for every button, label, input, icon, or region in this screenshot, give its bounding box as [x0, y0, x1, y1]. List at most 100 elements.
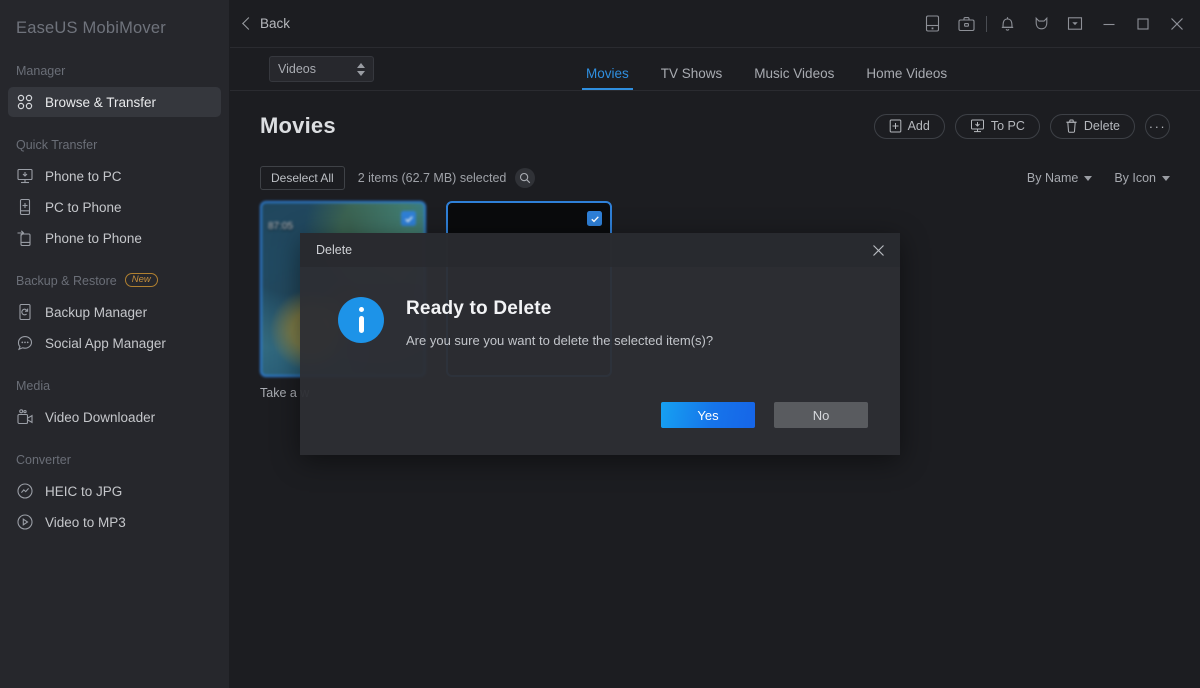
app-brand-title: EaseUS MobiMover: [16, 19, 166, 37]
sidebar-item-heic-to-jpg[interactable]: HEIC to JPG: [8, 476, 221, 506]
tab-label: Movies: [586, 65, 629, 81]
delete-button[interactable]: Delete: [1049, 113, 1135, 139]
sort-by-icon[interactable]: By Icon: [1114, 171, 1170, 185]
sidebar-group-label: Converter: [16, 453, 71, 467]
add-label: Add: [907, 119, 930, 133]
sidebar-item-phone-to-phone[interactable]: Phone to Phone: [8, 223, 221, 253]
sidebar-nav: Manager Browse & Transfer Quick Transfer Ph…: [0, 56, 229, 537]
deselect-all-button[interactable]: Deselect All: [260, 166, 345, 190]
media-duration: 87:05: [268, 221, 294, 232]
more-dots-icon: ···: [1148, 118, 1167, 134]
tab-label: Music Videos: [754, 65, 835, 81]
more-options-button[interactable]: ···: [1145, 113, 1170, 139]
toolbox-icon[interactable]: [949, 7, 983, 41]
sidebar-group-title: Manager: [0, 56, 229, 86]
category-select-value: Videos: [278, 62, 316, 76]
tab-music-videos[interactable]: Music Videos: [738, 65, 850, 91]
sidebar-item-backup-manager[interactable]: Backup Manager: [8, 297, 221, 327]
tab-tv-shows[interactable]: TV Shows: [645, 65, 739, 91]
dialog-heading: Ready to Delete: [406, 298, 552, 319]
dialog-text: Ready to Delete Are you sure you want to…: [406, 297, 713, 348]
sidebar-item-label: Phone to PC: [45, 168, 122, 184]
sidebar-item-label: Backup Manager: [45, 304, 148, 320]
video-camera-icon: [16, 408, 34, 426]
sidebar-group-title: Quick Transfer: [0, 130, 229, 160]
back-label: Back: [260, 16, 291, 31]
search-icon[interactable]: [515, 168, 536, 188]
dropdown-icon[interactable]: [1058, 7, 1092, 41]
to-pc-label: To PC: [990, 119, 1025, 133]
delete-label: Delete: [1083, 119, 1120, 133]
dialog-message: Are you sure you want to delete the sele…: [406, 333, 714, 348]
sort-controls: By Name By Icon: [1027, 171, 1170, 185]
sidebar-item-browse-transfer[interactable]: Browse & Transfer: [8, 87, 221, 117]
tab-label: TV Shows: [660, 65, 723, 81]
dialog-title: Delete: [316, 243, 353, 257]
pc-to-phone-icon: [16, 198, 34, 216]
sidebar-item-label: Video Downloader: [45, 409, 156, 425]
header-actions: Add To PC Delete ···: [873, 113, 1170, 139]
phone-to-pc-icon: [16, 167, 34, 185]
sort-by-icon-label: By Icon: [1114, 171, 1156, 185]
media-checkbox[interactable]: [401, 211, 416, 226]
new-badge: New: [124, 272, 158, 288]
info-icon: [338, 297, 384, 343]
dialog-actions: Yes No: [661, 402, 868, 428]
minimize-icon[interactable]: [1092, 7, 1126, 41]
sidebar-group-label: Manager: [16, 64, 66, 78]
selection-status: 2 items (62.7 MB) selected: [357, 171, 507, 185]
tab-movies[interactable]: Movies: [570, 65, 645, 91]
window-titlebar: Back: [230, 0, 1200, 48]
confirm-yes-button[interactable]: Yes: [661, 402, 755, 428]
separator: [986, 15, 987, 32]
device-icon[interactable]: [915, 7, 949, 41]
sidebar-item-label: PC to Phone: [45, 199, 122, 215]
delete-confirmation-dialog: Delete Ready to Delete Are you sure you …: [300, 233, 900, 455]
sidebar-item-label: Social App Manager: [45, 335, 166, 351]
grid-icon: [16, 93, 34, 111]
content-header: Movies Add To PC Delete ···: [260, 91, 1170, 161]
sidebar-item-label: Browse & Transfer: [45, 94, 157, 110]
application-window: EaseUS MobiMover Manager Browse & Transfe…: [0, 0, 1200, 688]
page-title: Movies: [260, 113, 336, 138]
cancel-no-button[interactable]: No: [774, 402, 868, 428]
media-checkbox[interactable]: [587, 211, 602, 226]
sidebar-item-social-app-manager[interactable]: Social App Manager: [8, 328, 221, 358]
chevron-left-icon: [242, 17, 255, 30]
sidebar: EaseUS MobiMover Manager Browse & Transfe…: [0, 0, 230, 688]
sidebar-group-title: Media: [0, 371, 229, 401]
sidebar-item-pc-to-phone[interactable]: PC to Phone: [8, 192, 221, 222]
add-button[interactable]: Add: [873, 113, 945, 139]
stepper-icon: [357, 62, 365, 76]
sort-by-name-label: By Name: [1026, 171, 1079, 185]
chevron-down-icon: [1084, 175, 1093, 181]
category-select[interactable]: Videos: [269, 56, 374, 82]
close-icon[interactable]: [1160, 7, 1194, 41]
dialog-titlebar: Delete: [300, 233, 900, 267]
maximize-icon[interactable]: [1126, 7, 1160, 41]
gift-icon[interactable]: [1024, 7, 1058, 41]
heic-convert-icon: [16, 482, 34, 500]
back-button[interactable]: Back: [242, 16, 291, 31]
sidebar-group-title: Backup & Restore New: [0, 266, 229, 296]
tab-list: Movies TV Shows Music Videos Home Videos: [570, 47, 963, 90]
sidebar-group-label: Media: [16, 379, 51, 393]
chevron-down-icon: [1162, 175, 1170, 181]
sidebar-item-label: Video to MP3: [45, 514, 126, 530]
sidebar-item-phone-to-pc[interactable]: Phone to PC: [8, 161, 221, 191]
sidebar-item-video-downloader[interactable]: Video Downloader: [8, 402, 221, 432]
sidebar-group-label: Quick Transfer: [16, 138, 98, 152]
toolbar-tabs-row: Videos Movies TV Shows Music Videos Home Vi…: [230, 48, 1200, 91]
close-icon[interactable]: [856, 233, 900, 267]
sidebar-group-label: Backup & Restore: [16, 274, 117, 288]
sidebar-group-title: Converter: [0, 445, 229, 475]
tab-home-videos[interactable]: Home Videos: [850, 66, 963, 91]
to-pc-button[interactable]: To PC: [954, 113, 1040, 139]
sidebar-item-video-to-mp3[interactable]: Video to MP3: [8, 507, 221, 537]
bell-icon[interactable]: [990, 7, 1024, 41]
sort-by-name[interactable]: By Name: [1026, 171, 1093, 185]
chat-bubble-icon: [16, 334, 34, 352]
